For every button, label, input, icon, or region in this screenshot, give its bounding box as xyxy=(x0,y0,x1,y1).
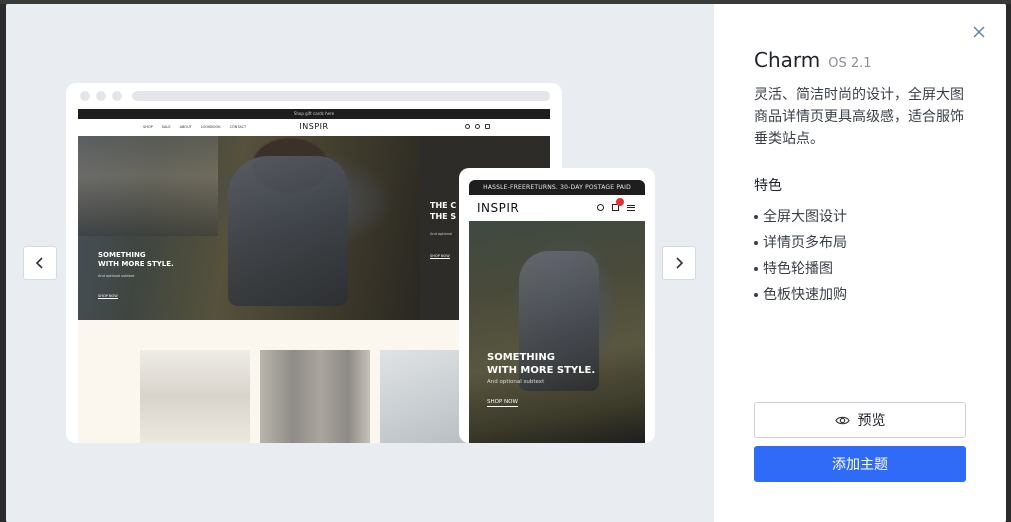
mobile-header: INSPIR xyxy=(469,195,645,221)
hero-right-cta: SHOP NOW xyxy=(430,254,450,259)
bullet-icon xyxy=(754,267,758,271)
add-theme-button-label: 添加主题 xyxy=(832,457,888,473)
hero-subtext: And optional subtext xyxy=(98,274,135,278)
hero-image xyxy=(78,136,420,320)
mobile-header-icons xyxy=(597,198,635,211)
feature-item: 色板快速加购 xyxy=(754,282,847,308)
eye-icon xyxy=(834,416,850,424)
account-icon xyxy=(475,124,480,129)
feature-item: 全屏大图设计 xyxy=(754,204,847,230)
hero-cta: SHOP NOW xyxy=(98,294,118,299)
window-dot xyxy=(80,91,90,101)
mobile-preview: HASSLE-FREERETURNS. 30-DAY POSTAGE PAID … xyxy=(459,168,655,443)
menu-icon xyxy=(627,204,635,211)
window-dot xyxy=(112,91,122,101)
search-icon xyxy=(465,124,470,129)
model-image xyxy=(228,156,348,306)
mobile-hero-heading: SOMETHING WITH MORE STYLE. xyxy=(487,352,596,376)
close-icon xyxy=(973,26,985,38)
mobile-announcement-bar: HASSLE-FREERETURNS. 30-DAY POSTAGE PAID xyxy=(469,180,645,195)
clothing-rack-image xyxy=(78,136,218,236)
mobile-hero-banner: SOMETHING WITH MORE STYLE. And optional … xyxy=(469,221,645,443)
feature-label: 特色轮播图 xyxy=(763,261,833,277)
theme-info-panel: Charm OS 2.1 灵活、简洁时尚的设计，全屏大图商品详情页更具高级感，适… xyxy=(714,4,1006,522)
chevron-left-icon xyxy=(35,257,43,269)
feature-label: 详情页多布局 xyxy=(763,235,847,251)
theme-detail-modal: Shop gift cards here SHOP SALE ABOUT LOO… xyxy=(6,4,1006,522)
theme-preview-pane: Shop gift cards here SHOP SALE ABOUT LOO… xyxy=(6,4,714,522)
window-dot xyxy=(96,91,106,101)
features-list: 全屏大图设计 详情页多布局 特色轮播图 色板快速加购 xyxy=(754,204,847,308)
theme-title: Charm xyxy=(754,48,821,72)
feature-item: 特色轮播图 xyxy=(754,256,847,282)
url-bar xyxy=(132,91,550,101)
preview-button-label: 预览 xyxy=(857,413,886,429)
mobile-site: HASSLE-FREERETURNS. 30-DAY POSTAGE PAID … xyxy=(469,180,645,443)
bullet-icon xyxy=(754,215,758,219)
hero-right-subtext: And optional xyxy=(430,232,453,236)
bullet-icon xyxy=(754,241,758,245)
cart-badge xyxy=(616,198,624,206)
hero-right-heading: THE C THE S xyxy=(430,201,457,221)
browser-bar xyxy=(66,83,562,109)
features-heading: 特色 xyxy=(754,178,782,194)
cart-icon xyxy=(485,124,490,129)
next-button[interactable] xyxy=(662,246,696,280)
previous-button[interactable] xyxy=(23,246,57,280)
search-icon xyxy=(597,204,604,211)
preview-button[interactable]: 预览 xyxy=(754,402,966,438)
theme-version: OS 2.1 xyxy=(828,56,872,71)
close-button[interactable] xyxy=(971,24,987,40)
mobile-hero-cta: SHOP NOW xyxy=(487,399,518,407)
theme-title-row: Charm OS 2.1 xyxy=(754,48,872,72)
mobile-logo: INSPIR xyxy=(477,201,520,215)
chevron-right-icon xyxy=(676,257,684,269)
add-theme-button[interactable]: 添加主题 xyxy=(754,446,966,482)
feature-label: 全屏大图设计 xyxy=(763,209,847,225)
feature-item: 详情页多布局 xyxy=(754,230,847,256)
hero-heading: SOMETHING WITH MORE STYLE. xyxy=(98,251,174,268)
product-image xyxy=(140,350,250,443)
site-header: SHOP SALE ABOUT LOOKBOOK CONTACT INSPIR xyxy=(78,119,550,136)
cart-icon xyxy=(612,198,624,211)
feature-label: 色板快速加购 xyxy=(763,287,847,303)
site-icons xyxy=(465,124,490,129)
theme-description: 灵活、简洁时尚的设计，全屏大图商品详情页更具高级感，适合服饰垂类站点。 xyxy=(754,87,964,147)
product-image xyxy=(260,350,370,443)
mobile-hero-subtext: And optional subtext xyxy=(487,379,545,385)
announcement-bar: Shop gift cards here xyxy=(78,109,550,119)
bullet-icon xyxy=(754,293,758,297)
